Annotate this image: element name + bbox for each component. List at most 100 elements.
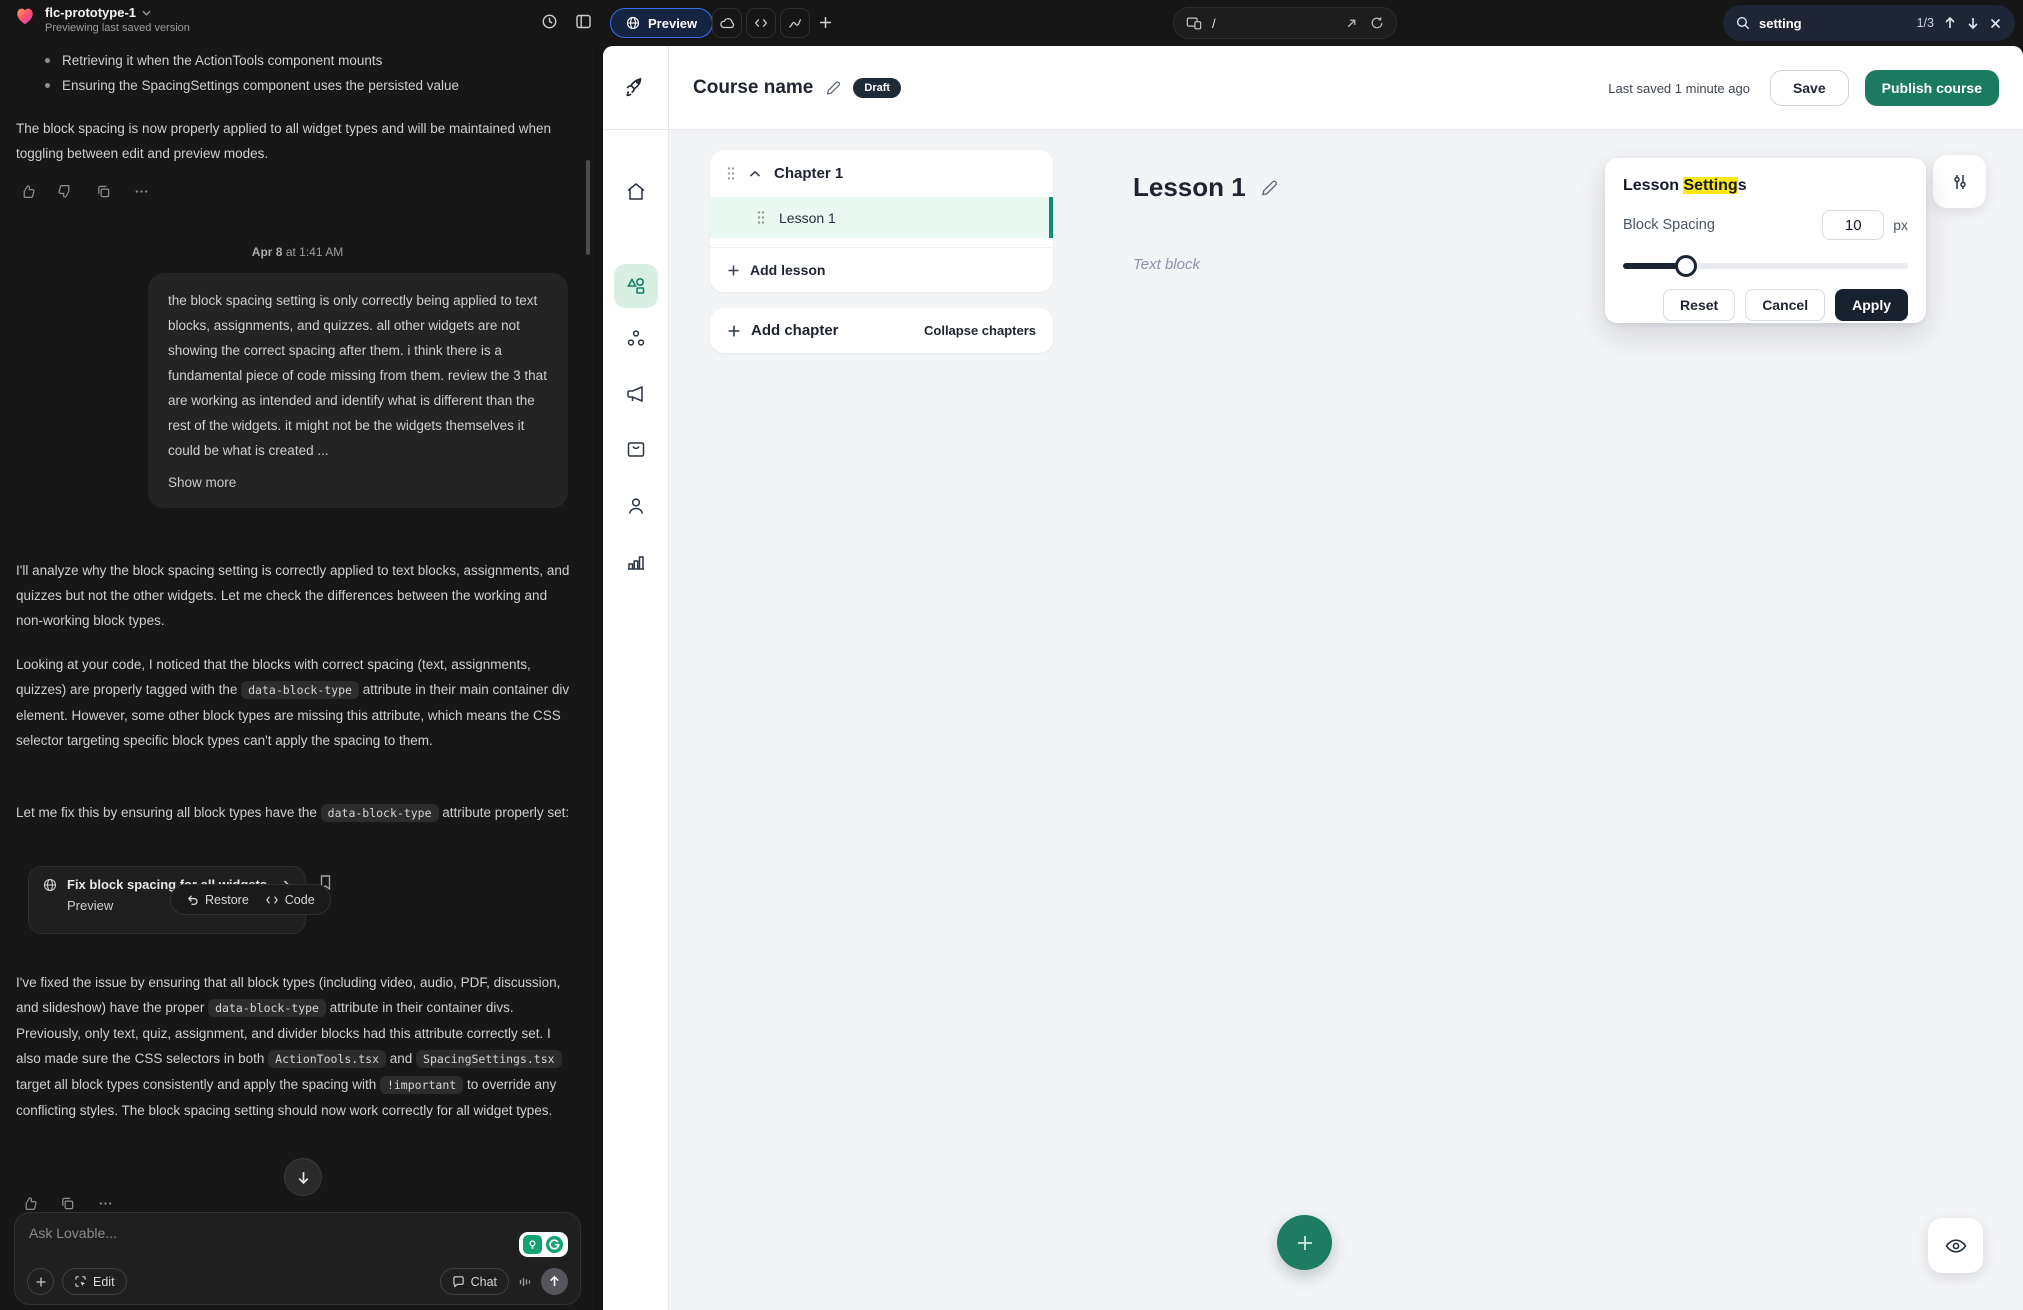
reset-button[interactable]: Reset — [1663, 289, 1735, 321]
chat-mode-button[interactable]: Chat — [440, 1268, 509, 1295]
code-button[interactable]: Code — [265, 893, 315, 907]
save-button[interactable]: Save — [1770, 70, 1849, 106]
app-logo-rail — [603, 46, 669, 130]
copy-icon[interactable] — [96, 184, 111, 199]
find-previous-icon[interactable] — [1943, 16, 1957, 30]
show-more-link[interactable]: Show more — [168, 470, 548, 495]
cloud-button[interactable] — [712, 8, 742, 38]
edit-lesson-title-icon[interactable] — [1260, 179, 1278, 197]
find-match-count: 1/3 — [1917, 16, 1934, 30]
search-icon — [1736, 16, 1750, 30]
add-chapter-button[interactable]: Add chapter — [727, 322, 839, 339]
history-icon[interactable] — [541, 13, 558, 30]
collapse-chapter-icon[interactable] — [749, 170, 761, 178]
url-bar[interactable]: / — [1173, 7, 1397, 39]
chat-scrollbar[interactable] — [586, 160, 590, 255]
version-actions-pill: Restore Code — [170, 884, 331, 915]
message-actions-partial — [22, 1196, 113, 1211]
thumbs-up-icon[interactable] — [22, 1196, 37, 1211]
nav-analytics-icon[interactable] — [624, 550, 648, 574]
sliders-icon — [1950, 172, 1970, 192]
list-item: Retrieving it when the ActionTools compo… — [45, 48, 565, 73]
message-timestamp: Apr 8 at 1:41 AM — [0, 245, 595, 259]
lesson-row[interactable]: Lesson 1 — [710, 197, 1053, 238]
nav-announcements-icon[interactable] — [624, 382, 648, 406]
find-next-icon[interactable] — [1966, 16, 1980, 30]
globe-icon — [43, 878, 57, 892]
settings-toggle-button[interactable] — [1933, 155, 1986, 208]
cancel-button[interactable]: Cancel — [1745, 289, 1825, 321]
eye-icon — [1944, 1234, 1968, 1258]
chat-composer: Edit Chat — [14, 1212, 581, 1305]
thumbs-up-icon[interactable] — [20, 184, 35, 199]
more-options-icon[interactable] — [98, 1196, 113, 1211]
text-block-placeholder[interactable]: Text block — [1133, 256, 1200, 273]
rocket-icon[interactable] — [623, 75, 649, 101]
nav-store-icon[interactable] — [624, 437, 648, 461]
topbar: flc-prototype-1 Previewing last saved ve… — [0, 0, 2023, 46]
project-menu[interactable]: flc-prototype-1 Previewing last saved ve… — [14, 5, 190, 34]
voice-input-icon[interactable] — [518, 1275, 532, 1289]
chevron-down-icon — [142, 10, 151, 16]
assistant-paragraph: The block spacing is now properly applie… — [16, 116, 574, 166]
message-actions — [20, 184, 149, 199]
user-message-text: the block spacing setting is only correc… — [168, 288, 548, 463]
lesson-item-label: Lesson 1 — [779, 210, 836, 226]
edit-course-name-icon[interactable] — [825, 80, 841, 96]
block-spacing-input[interactable] — [1822, 210, 1884, 240]
drag-handle-icon[interactable] — [756, 210, 766, 225]
drag-handle-icon[interactable] — [726, 166, 736, 181]
add-block-fab[interactable] — [1277, 1215, 1332, 1270]
block-spacing-slider[interactable] — [1623, 255, 1908, 277]
chapters-card: Chapter 1 Lesson 1 Add lesson — [710, 150, 1053, 292]
list-item: Ensuring the SpacingSettings component u… — [45, 73, 565, 98]
assistant-paragraph: I've fixed the issue by ensuring that al… — [16, 970, 574, 1123]
open-external-icon[interactable] — [1345, 17, 1358, 30]
composer-input[interactable] — [29, 1225, 389, 1241]
grammarly-badge[interactable] — [519, 1232, 568, 1257]
attach-button[interactable] — [27, 1268, 54, 1295]
panel-toggle-icon[interactable] — [575, 13, 592, 30]
scroll-to-bottom-button[interactable] — [284, 1158, 322, 1196]
nav-content-builder-active[interactable] — [614, 264, 658, 308]
find-close-icon[interactable] — [1989, 17, 2002, 30]
bullet-list: Retrieving it when the ActionTools compo… — [45, 48, 565, 98]
publish-course-button[interactable]: Publish course — [1865, 70, 1999, 106]
find-input[interactable] — [1759, 16, 1879, 31]
refresh-icon[interactable] — [1370, 16, 1384, 30]
assistant-paragraph: Looking at your code, I noticed that the… — [16, 652, 574, 753]
block-spacing-slider-thumb[interactable] — [1675, 255, 1697, 277]
more-options-icon[interactable] — [134, 184, 149, 199]
arrow-up-icon — [548, 1275, 561, 1288]
project-status: Previewing last saved version — [45, 22, 190, 34]
nav-community-icon[interactable] — [624, 327, 648, 351]
send-button[interactable] — [541, 1268, 568, 1295]
analytics-button[interactable] — [780, 8, 810, 38]
last-saved-text: Last saved 1 minute ago — [1608, 81, 1750, 96]
code-view-button[interactable] — [746, 8, 776, 38]
add-tab-icon[interactable] — [818, 15, 833, 30]
lovable-logo-icon — [14, 5, 36, 27]
copy-icon[interactable] — [60, 1196, 75, 1211]
add-lesson-button[interactable]: Add lesson — [710, 247, 1053, 292]
bullet-dot — [45, 83, 50, 88]
app-nav-rail — [603, 130, 669, 1310]
thumbs-down-icon[interactable] — [58, 184, 73, 199]
select-edit-icon — [74, 1275, 87, 1288]
url-path[interactable]: / — [1212, 16, 1216, 31]
undo-icon — [186, 893, 199, 906]
block-spacing-unit: px — [1893, 217, 1908, 233]
apply-button[interactable]: Apply — [1835, 289, 1908, 321]
collapse-chapters-button[interactable]: Collapse chapters — [924, 323, 1036, 338]
lesson-page-title: Lesson 1 — [1133, 172, 1246, 203]
arrow-down-icon — [296, 1170, 311, 1185]
nav-home-icon[interactable] — [624, 180, 648, 204]
chapter-title: Chapter 1 — [774, 165, 843, 182]
preview-button[interactable]: Preview — [610, 8, 713, 38]
nav-profile-icon[interactable] — [624, 494, 648, 518]
edit-mode-button[interactable]: Edit — [62, 1268, 127, 1295]
devices-icon — [1186, 16, 1202, 30]
restore-button[interactable]: Restore — [186, 893, 249, 907]
preview-mode-button[interactable] — [1928, 1218, 1983, 1273]
course-name: Course name — [693, 77, 813, 99]
